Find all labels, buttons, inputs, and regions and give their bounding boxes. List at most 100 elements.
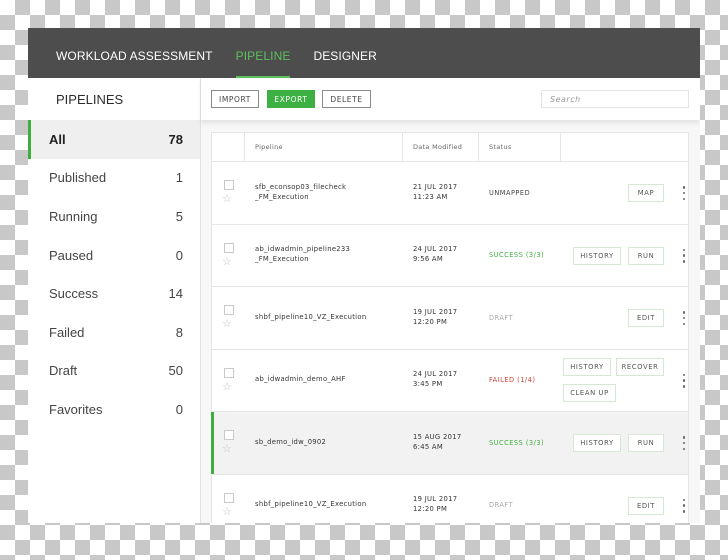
status-badge: FAILED (1/4) xyxy=(489,376,536,385)
date-modified: 24 JUL 2017 9:56 AM xyxy=(413,225,483,287)
table-header: Pipeline Data Modified Status xyxy=(212,133,688,162)
sidebar-item-count: 50 xyxy=(168,363,183,379)
pipeline-name[interactable]: sb_demo_idw_0902 xyxy=(255,412,415,474)
delete-button[interactable]: DELETE xyxy=(322,90,371,108)
date-text: 19 JUL 2017 xyxy=(413,495,458,504)
table-row[interactable]: ☆ ab_idwadmin_demo_AHF 24 JUL 2017 3:45 P… xyxy=(212,349,688,412)
time-text: 9:56 AM xyxy=(413,255,444,264)
sidebar-item-count: 1 xyxy=(175,170,183,186)
row-checkbox[interactable] xyxy=(224,492,234,503)
clean-up-button[interactable]: CLEAN UP xyxy=(563,383,616,402)
status-badge: SUCCESS (3/3) xyxy=(489,251,545,260)
star-icon[interactable]: ☆ xyxy=(222,256,232,267)
sidebar-item-published[interactable]: Published 1 xyxy=(28,159,200,198)
pipeline-name-line1: ab_idwadmin_demo_AHF xyxy=(255,375,346,384)
date-text: 15 AUG 2017 xyxy=(413,432,462,441)
table-row[interactable]: ☆ sb_demo_idw_0902 15 AUG 2017 6:45 AM SU… xyxy=(211,412,688,475)
sidebar-title: PIPELINES xyxy=(56,92,124,107)
date-text: 24 JUL 2017 xyxy=(413,370,458,379)
table-row[interactable]: ☆ shbf_pipeline10_VZ_Execution 19 JUL 20… xyxy=(212,287,688,350)
top-nav: WORKLOAD ASSESSMENT PIPELINE DESIGNER xyxy=(28,28,700,78)
history-button[interactable]: HISTORY xyxy=(573,246,621,265)
edit-button[interactable]: EDIT xyxy=(628,309,664,327)
sidebar-item-count: 14 xyxy=(168,286,183,302)
sidebar-item-favorites[interactable]: Favorites 0 xyxy=(28,390,200,429)
date-modified: 19 JUL 2017 12:20 PM xyxy=(413,475,483,524)
pipeline-name[interactable]: ab_idwadmin_pipeline233 _FM_Execution xyxy=(255,225,415,287)
sidebar-item-label: Published xyxy=(49,170,107,186)
more-options-icon[interactable] xyxy=(682,373,686,388)
pipeline-name[interactable]: shbf_pipeline10_VZ_Execution xyxy=(255,475,415,524)
history-button[interactable]: HISTORY xyxy=(573,434,621,452)
table-row[interactable]: ☆ sfb_econsop03_filecheck _FM_Execution 2… xyxy=(212,162,688,225)
column-header-pipeline[interactable]: Pipeline xyxy=(244,133,414,161)
pipeline-name-line1: shbf_pipeline10_VZ_Execution xyxy=(255,500,367,509)
star-icon[interactable]: ☆ xyxy=(222,193,232,204)
pipelines-table: Pipeline Data Modified Status ☆ sfb_econ… xyxy=(211,132,689,523)
run-button[interactable]: RUN xyxy=(628,246,664,265)
star-icon[interactable]: ☆ xyxy=(222,443,232,454)
row-checkbox[interactable] xyxy=(224,367,234,378)
time-text: 11:23 AM xyxy=(413,192,448,201)
date-text: 24 JUL 2017 xyxy=(413,245,458,254)
run-button[interactable]: RUN xyxy=(628,434,664,452)
app-window: WORKLOAD ASSESSMENT PIPELINE DESIGNER PI… xyxy=(28,28,700,523)
sidebar-item-label: All xyxy=(49,131,66,147)
pipeline-name[interactable]: ab_idwadmin_demo_AHF xyxy=(255,350,415,412)
export-button[interactable]: EXPORT xyxy=(267,90,315,108)
toolbar: IMPORT EXPORT DELETE Search xyxy=(201,78,700,120)
sidebar-item-label: Success xyxy=(49,286,99,302)
edit-button[interactable]: EDIT xyxy=(628,496,664,515)
table-row[interactable]: ☆ ab_idwadmin_pipeline233 _FM_Execution 2… xyxy=(212,224,688,287)
pipeline-name-line2: _FM_Execution xyxy=(255,255,309,264)
row-checkbox[interactable] xyxy=(224,242,234,253)
more-options-icon[interactable] xyxy=(682,436,686,450)
sidebar-item-success[interactable]: Success 14 xyxy=(28,274,200,313)
more-options-icon[interactable] xyxy=(682,248,686,263)
more-options-icon[interactable] xyxy=(682,186,686,200)
date-text: 19 JUL 2017 xyxy=(413,307,458,316)
import-button[interactable]: IMPORT xyxy=(211,90,259,108)
table-row[interactable]: ☆ shbf_pipeline10_VZ_Execution 19 JUL 20… xyxy=(212,474,688,524)
sidebar-item-count: 0 xyxy=(175,247,183,263)
row-checkbox[interactable] xyxy=(224,305,234,315)
column-header-actions xyxy=(560,133,689,161)
recover-button[interactable]: RECOVER xyxy=(616,357,664,376)
row-checkbox[interactable] xyxy=(224,180,234,190)
sidebar-item-all[interactable]: All 78 xyxy=(28,120,200,159)
more-options-icon[interactable] xyxy=(682,498,686,513)
date-modified: 19 JUL 2017 12:20 PM xyxy=(413,287,483,349)
sidebar-item-count: 0 xyxy=(175,401,183,417)
sidebar-item-label: Draft xyxy=(49,363,78,379)
star-icon[interactable]: ☆ xyxy=(222,506,232,517)
search-input[interactable]: Search xyxy=(541,90,689,108)
history-button[interactable]: HISTORY xyxy=(563,357,611,376)
star-icon[interactable]: ☆ xyxy=(222,318,232,329)
pipeline-name-line1: ab_idwadmin_pipeline233 xyxy=(255,245,351,254)
tab-designer[interactable]: DESIGNER xyxy=(313,28,376,78)
sidebar-item-count: 8 xyxy=(175,324,183,340)
time-text: 12:20 PM xyxy=(413,317,448,326)
sidebar-item-failed[interactable]: Failed 8 xyxy=(28,313,200,352)
sidebar-item-count: 78 xyxy=(168,131,183,147)
status-badge: DRAFT xyxy=(489,501,514,510)
map-button[interactable]: MAP xyxy=(628,184,664,202)
sidebar-item-paused[interactable]: Paused 0 xyxy=(28,236,200,275)
sidebar-item-label: Paused xyxy=(49,247,94,263)
status-badge: SUCCESS (3/3) xyxy=(489,438,545,447)
more-options-icon[interactable] xyxy=(682,311,686,325)
date-modified: 24 JUL 2017 3:45 PM xyxy=(413,350,483,412)
sidebar-item-label: Failed xyxy=(49,324,85,340)
star-icon[interactable]: ☆ xyxy=(222,381,232,392)
sidebar-item-draft[interactable]: Draft 50 xyxy=(28,352,200,391)
pipeline-name[interactable]: sfb_econsop03_filecheck _FM_Execution xyxy=(255,162,415,224)
column-header-date-modified[interactable]: Data Modified xyxy=(402,133,478,161)
tab-pipeline[interactable]: PIPELINE xyxy=(235,28,291,78)
row-checkbox[interactable] xyxy=(224,430,234,440)
pipeline-name[interactable]: shbf_pipeline10_VZ_Execution xyxy=(255,287,415,349)
pipeline-name-line1: sfb_econsop03_filecheck xyxy=(255,182,347,191)
column-header-status[interactable]: Status xyxy=(478,133,560,161)
sidebar: PIPELINES All 78 Published 1 Running 5 P… xyxy=(28,78,201,523)
sidebar-item-running[interactable]: Running 5 xyxy=(28,197,200,236)
tab-workload-assessment[interactable]: WORKLOAD ASSESSMENT xyxy=(56,28,213,78)
